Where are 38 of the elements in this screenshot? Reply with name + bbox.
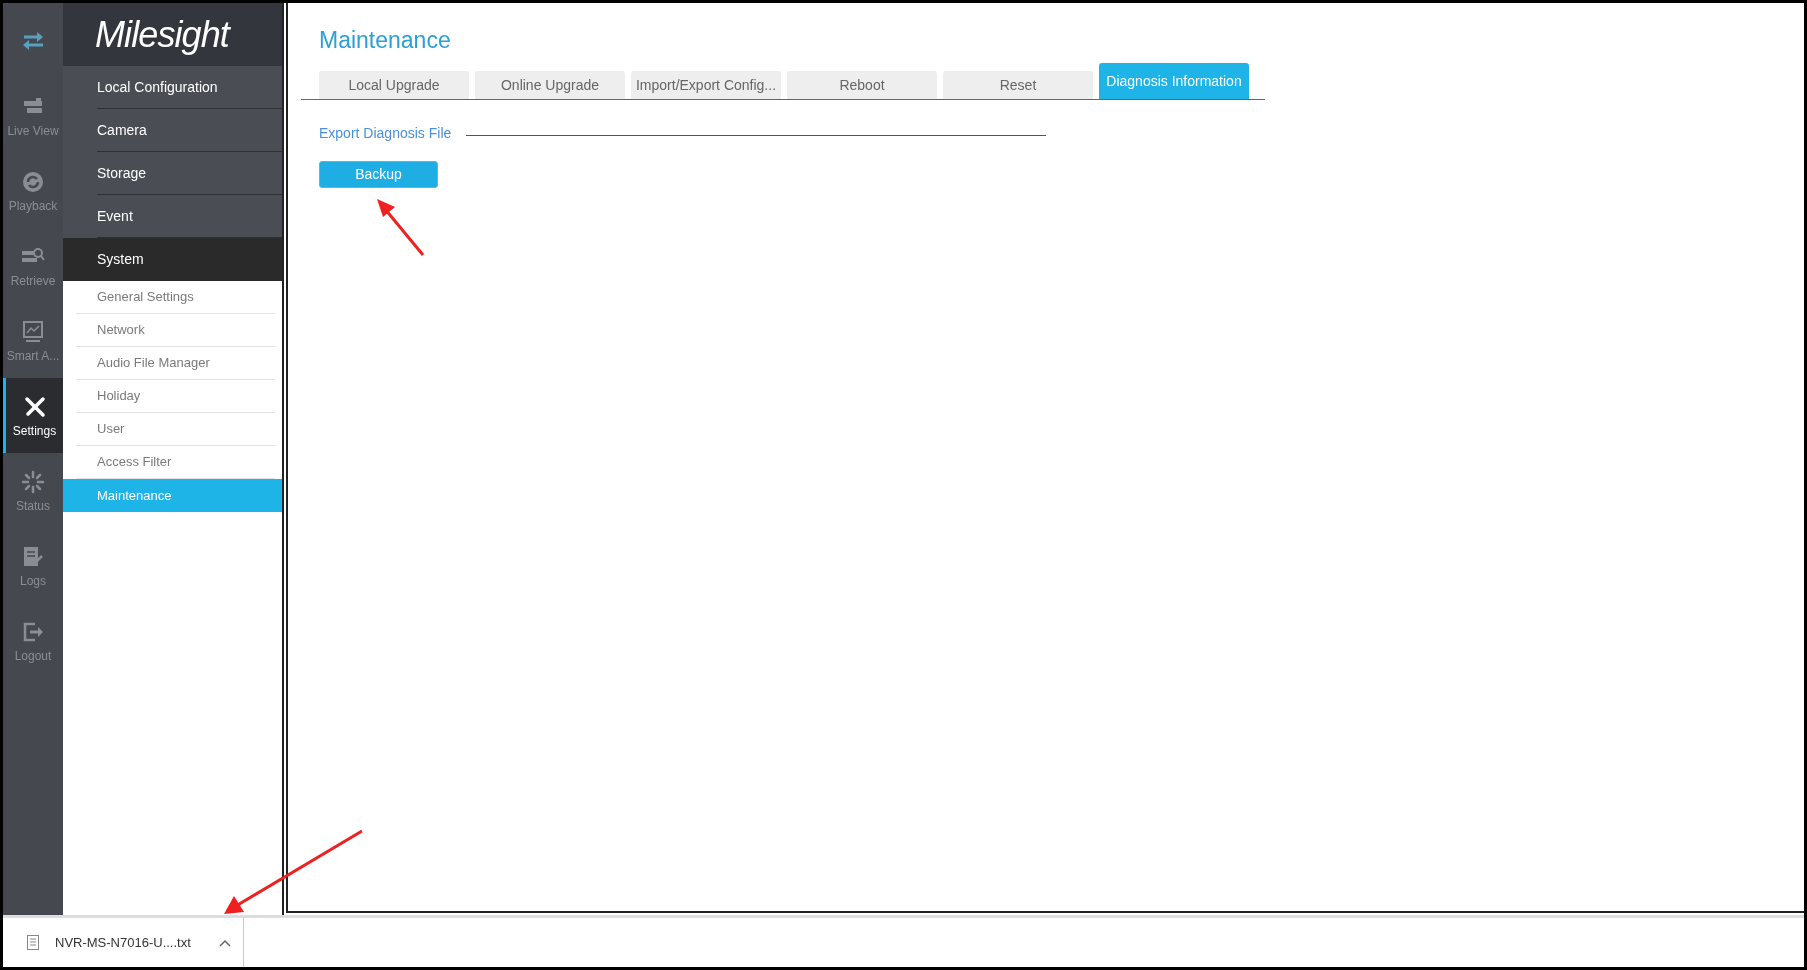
rail-item[interactable]: Logout: [3, 603, 63, 678]
tab[interactable]: Reset: [943, 71, 1093, 99]
rail-item[interactable]: Logs: [3, 528, 63, 603]
menu-section[interactable]: Local Configuration: [63, 66, 282, 109]
chevron-up-icon[interactable]: [218, 938, 231, 947]
backup-button[interactable]: Backup: [319, 161, 438, 188]
rail-item[interactable]: Live View: [3, 78, 63, 153]
submenu-item[interactable]: Network: [76, 314, 275, 347]
rail-item[interactable]: Retrieve: [3, 228, 63, 303]
submenu-item[interactable]: Maintenance: [63, 479, 282, 512]
replay-icon: [21, 169, 45, 194]
rail-item[interactable]: Smart A...: [3, 303, 63, 378]
menu-section[interactable]: Camera: [63, 109, 282, 152]
chart-screen-icon: [21, 319, 45, 344]
section-title: Export Diagnosis File: [319, 124, 452, 143]
page-title: Maintenance: [319, 26, 452, 55]
rail-item[interactable]: Status: [3, 453, 63, 528]
arrow-annotation: [375, 197, 427, 259]
submenu-item[interactable]: General Settings: [76, 281, 275, 314]
menu-section[interactable]: Event: [63, 195, 282, 238]
rail-item[interactable]: Playback: [3, 153, 63, 228]
settings-icon: [22, 394, 47, 419]
tab[interactable]: Import/Export Config...: [631, 71, 781, 99]
tab[interactable]: Diagnosis Information: [1099, 63, 1249, 99]
submenu-item[interactable]: Audio File Manager: [76, 347, 275, 380]
tab[interactable]: Online Upgrade: [475, 71, 625, 99]
submenu-item[interactable]: User: [76, 413, 275, 446]
loading-spinner-icon: [21, 469, 45, 494]
menu-section[interactable]: System: [63, 238, 282, 281]
rail-item[interactable]: Settings: [3, 378, 63, 453]
downloaded-file-name[interactable]: NVR-MS-N7016-U....txt: [55, 932, 191, 953]
tab[interactable]: Reboot: [787, 71, 937, 99]
brand-logo: Milesight: [95, 12, 229, 57]
document-icon: [27, 935, 39, 950]
notepad-pen-icon: [21, 544, 45, 569]
submenu-item[interactable]: Holiday: [76, 380, 275, 413]
menu-section[interactable]: Storage: [63, 152, 282, 195]
tab[interactable]: Local Upgrade: [319, 71, 469, 99]
